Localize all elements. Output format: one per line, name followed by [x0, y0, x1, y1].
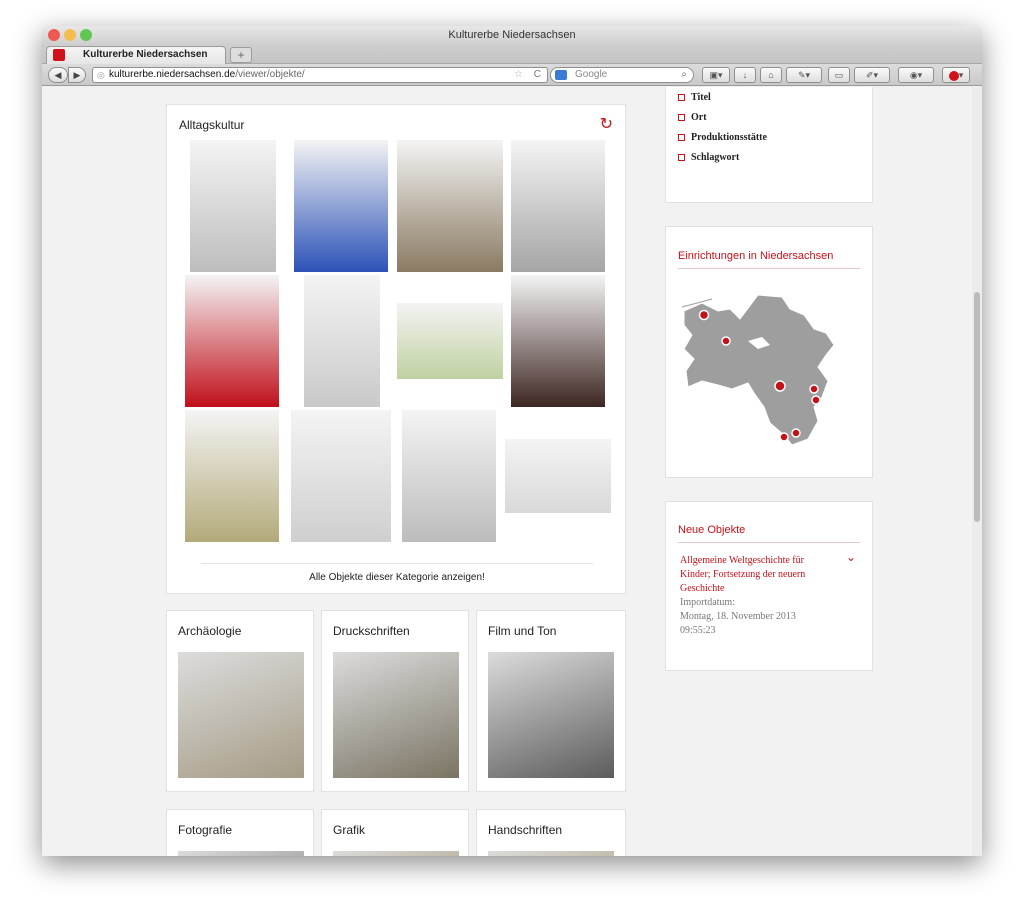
eyedropper-icon[interactable]: ✐▾: [854, 67, 890, 83]
browser-window: Kulturerbe Niedersachsen Kulturerbe Nied…: [42, 26, 982, 856]
addon-icon[interactable]: ✎▾: [786, 67, 822, 83]
chevron-down-icon[interactable]: ⌄: [846, 550, 856, 564]
category-thumb[interactable]: [178, 851, 304, 856]
institution-marker[interactable]: [809, 384, 819, 394]
category-title[interactable]: Grafik: [333, 823, 365, 837]
category-title[interactable]: Archäologie: [178, 624, 241, 638]
site-favicon-icon: [53, 49, 65, 61]
url-bar[interactable]: ◎ kulturerbe.niedersachsen.de/viewer/obj…: [92, 67, 548, 83]
tab-bar: Kulturerbe Niedersachsen +: [42, 44, 982, 64]
back-button[interactable]: ◀: [48, 67, 68, 83]
scrollbar-thumb[interactable]: [974, 292, 980, 522]
refresh-icon[interactable]: ↻: [600, 114, 613, 134]
window-title: Kulturerbe Niedersachsen: [448, 29, 576, 41]
globe-icon: ◎: [97, 70, 105, 80]
google-search-engine-icon[interactable]: [555, 70, 567, 80]
checkbox-icon[interactable]: [678, 114, 685, 122]
category-title[interactable]: Fotografie: [178, 823, 232, 837]
featured-category-card: Alltagskultur ↻ Alle Objekte dieser Kate…: [166, 104, 626, 594]
object-thumb-cut-glass-goblet[interactable]: [511, 140, 605, 272]
object-thumb-dark-glass-bottle[interactable]: [511, 275, 605, 407]
category-card-druckschriften[interactable]: Druckschriften: [321, 610, 469, 792]
library-icon[interactable]: ▣▾: [702, 67, 730, 83]
category-title[interactable]: Handschriften: [488, 823, 562, 837]
import-date: Montag, 18. November 2013 09:55:23: [680, 611, 796, 636]
filter-ort[interactable]: Ort: [678, 112, 707, 123]
reload-icon[interactable]: C: [534, 68, 541, 82]
tab-kulturerbe[interactable]: Kulturerbe Niedersachsen: [46, 46, 226, 64]
institutions-map-card: Einrichtungen in Niedersachsen: [665, 226, 873, 478]
category-title[interactable]: Druckschriften: [333, 624, 410, 638]
new-objects-card: Neue Objekte Allgemeine Weltgeschichte f…: [665, 501, 873, 671]
object-thumb-wine-glass-set[interactable]: [505, 439, 611, 513]
category-card-fotografie[interactable]: Fotografie: [166, 809, 314, 856]
checkbox-icon[interactable]: [678, 154, 685, 162]
import-label: Importdatum:: [680, 597, 735, 608]
new-objects-title: Neue Objekte: [678, 524, 746, 536]
object-thumb-glass-carafe[interactable]: [402, 410, 496, 542]
institution-marker[interactable]: [811, 395, 821, 405]
featured-category-title[interactable]: Alltagskultur: [179, 118, 244, 132]
object-thumb-green-glass-bowl[interactable]: [397, 303, 503, 379]
divider: [678, 542, 860, 543]
category-thumb[interactable]: [333, 851, 459, 856]
search-bar[interactable]: Google ⌕: [550, 67, 694, 83]
category-thumb[interactable]: [488, 851, 614, 856]
home-icon[interactable]: ⌂: [760, 67, 782, 83]
checkbox-icon[interactable]: [678, 134, 685, 142]
checkbox-icon[interactable]: [678, 94, 685, 102]
magnifier-icon[interactable]: ⌕: [681, 68, 687, 82]
category-thumb[interactable]: [333, 652, 459, 778]
reader-icon[interactable]: ▭: [828, 67, 850, 83]
zoom-window-button[interactable]: [80, 29, 92, 41]
category-card-archaeologie[interactable]: Archäologie: [166, 610, 314, 792]
object-thumb-clear-glass-bottle[interactable]: [190, 140, 276, 272]
navigation-toolbar: ◀ ▶ ◎ kulturerbe.niedersachsen.de/viewer…: [42, 64, 982, 86]
category-thumb[interactable]: [178, 652, 304, 778]
filter-produktionsstaette[interactable]: Produktionsstätte: [678, 132, 767, 143]
new-tab-button[interactable]: +: [230, 47, 252, 63]
filter-card: Titel Ort Produktionsstätte Schlagwort: [665, 87, 873, 203]
bookmark-star-icon[interactable]: ☆: [514, 68, 523, 82]
institution-marker[interactable]: [698, 309, 710, 321]
new-object-title-link[interactable]: Allgemeine Weltgeschichte für Kinder; Fo…: [680, 554, 830, 596]
url-host: kulturerbe.niedersachsen.de: [109, 69, 236, 80]
tab-label: Kulturerbe Niedersachsen: [83, 49, 208, 60]
object-thumb-red-glass-vase[interactable]: [185, 275, 279, 407]
divider: [201, 563, 593, 564]
institution-marker[interactable]: [791, 428, 801, 438]
search-placeholder: Google: [575, 69, 608, 80]
category-thumb[interactable]: [488, 652, 614, 778]
object-thumb-champagne-flute[interactable]: [304, 275, 380, 407]
niedersachsen-map[interactable]: [678, 289, 860, 449]
show-all-objects-link[interactable]: Alle Objekte dieser Kategorie anzeigen!: [167, 572, 627, 583]
divider: [678, 268, 860, 269]
download-icon[interactable]: ↓: [734, 67, 756, 83]
category-card-handschriften[interactable]: Handschriften: [476, 809, 626, 856]
institution-marker[interactable]: [779, 432, 789, 442]
object-thumb-glass-beer-mug[interactable]: [291, 410, 391, 542]
page-scrollbar[interactable]: [972, 87, 982, 856]
object-thumb-amber-glass-cup[interactable]: [185, 410, 279, 542]
minimize-window-button[interactable]: [64, 29, 76, 41]
map-title: Einrichtungen in Niedersachsen: [678, 250, 834, 262]
object-thumb-historical-painting[interactable]: [397, 140, 503, 272]
category-card-film-und-ton[interactable]: Film und Ton: [476, 610, 626, 792]
filter-titel[interactable]: Titel: [678, 92, 711, 103]
title-bar: Kulturerbe Niedersachsen: [42, 26, 982, 44]
extension-icon[interactable]: ◉▾: [898, 67, 934, 83]
filter-schlagwort[interactable]: Schlagwort: [678, 152, 739, 163]
category-card-grafik[interactable]: Grafik: [321, 809, 469, 856]
institution-marker[interactable]: [721, 336, 731, 346]
adblock-icon[interactable]: ▾: [942, 67, 970, 83]
institution-marker[interactable]: [774, 380, 786, 392]
object-thumb-blue-glass-tumbler[interactable]: [294, 140, 388, 272]
close-window-button[interactable]: [48, 29, 60, 41]
forward-button[interactable]: ▶: [68, 67, 86, 83]
page-viewport: Alltagskultur ↻ Alle Objekte dieser Kate…: [42, 87, 982, 856]
url-path: /viewer/objekte/: [235, 69, 305, 80]
category-title[interactable]: Film und Ton: [488, 624, 556, 638]
